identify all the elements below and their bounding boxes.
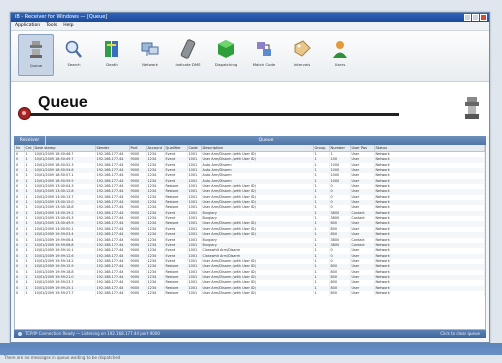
toolbar-search-button[interactable]: Search — [56, 34, 92, 76]
table-row[interactable]: 0 1 10/01/2009 19:59:27.7 192.168.177.44 900… — [15, 290, 485, 297]
page-title: Queue — [38, 94, 88, 111]
app-window: iB - Receiver for Windows — [Queue] Appl… — [10, 12, 490, 343]
tag-icon — [294, 40, 311, 57]
window-title: iB - Receiver for Windows — [Queue] — [15, 14, 108, 20]
table-cell: 192.168.177.44 — [95, 290, 130, 297]
maximize-button[interactable] — [472, 14, 479, 21]
header-rule — [29, 113, 399, 116]
toolbar-queue-button[interactable]: Queue — [18, 34, 54, 76]
search-icon — [65, 40, 82, 58]
toolbar-death-button[interactable]: Death — [94, 34, 130, 76]
toolbar-label: Intervals — [293, 62, 311, 67]
menu-application[interactable]: Application — [15, 22, 40, 30]
toolbar-label: Match Code — [252, 62, 276, 67]
receiver-section-header: Receiver — [14, 136, 46, 145]
title-bar: iB - Receiver for Windows — [Queue] — [11, 13, 489, 22]
phone-icon — [180, 39, 196, 59]
footer-caption: There are no messages in queue waiting t… — [4, 355, 121, 360]
toolbar-label: Death — [106, 62, 118, 67]
toolbar-label: Network — [142, 62, 158, 67]
table-cell: 0 — [15, 290, 25, 297]
table-cell: User Arm/Disarm (with User ID) — [201, 290, 314, 297]
table-cell: 800 — [329, 290, 351, 297]
toolbar-label: Users — [334, 62, 346, 67]
network-icon — [141, 42, 159, 56]
toolbar: Queue Search Death Network Indicate DMS … — [11, 31, 489, 82]
table-cell: Network — [374, 290, 485, 297]
toolbar-label: Queue — [29, 63, 43, 68]
record-icon — [18, 107, 31, 120]
clear-queue-link[interactable]: Click to clear queue — [440, 330, 486, 338]
status-indicator-icon — [18, 332, 22, 336]
footer-bar — [0, 343, 502, 363]
page-header: Queue — [11, 82, 489, 136]
cube-icon — [218, 40, 234, 58]
minimize-button[interactable] — [464, 14, 471, 21]
toolbar-label: Search — [67, 62, 81, 67]
toolbar-match-code-button[interactable]: Match Code — [246, 34, 282, 76]
table-cell: 1001 — [187, 290, 202, 297]
table-cell: 1234 — [146, 290, 165, 297]
match-icon — [257, 42, 271, 56]
toolbar-label: Indicate DMS — [175, 62, 201, 67]
queue-logo-icon — [465, 97, 479, 119]
table-cell: 1 — [313, 290, 330, 297]
menu-bar: Application Tools Help — [11, 22, 489, 31]
status-text: TCP/IP Connection Ready — Listening on 1… — [25, 331, 160, 336]
table-cell: Restore — [164, 290, 188, 297]
book-icon — [105, 41, 118, 57]
table-cell: 10/01/2009 19:59:27.7 — [33, 290, 96, 297]
menu-help[interactable]: Help — [63, 22, 73, 30]
toolbar-users-button[interactable]: Users — [322, 34, 358, 76]
toolbar-network-button[interactable]: Network — [132, 34, 168, 76]
table-cell: 1 — [24, 290, 34, 297]
status-bar: TCP/IP Connection Ready — Listening on 1… — [14, 330, 486, 338]
toolbar-indicate-dms-button[interactable]: Indicate DMS — [170, 34, 206, 76]
menu-tools[interactable]: Tools — [46, 22, 57, 30]
section-headers: Receiver Queue — [14, 136, 486, 145]
table-cell: User — [350, 290, 375, 297]
queue-table[interactable]: Nr Cnt Date stamp Sender Port Account Qualifie… — [14, 145, 486, 330]
close-button[interactable] — [480, 14, 487, 21]
toolbar-intervals-button[interactable]: Intervals — [284, 34, 320, 76]
table-cell: 9000 — [129, 290, 147, 297]
user-icon — [333, 41, 347, 58]
queue-icon — [30, 41, 42, 58]
table-body: 0 1 10/01/2009 18:50:46.7 192.168.177.44 900… — [15, 151, 485, 297]
toolbar-label: Dispatching — [214, 62, 238, 67]
toolbar-dispatching-button[interactable]: Dispatching — [208, 34, 244, 76]
queue-section-header: Queue — [258, 138, 274, 143]
